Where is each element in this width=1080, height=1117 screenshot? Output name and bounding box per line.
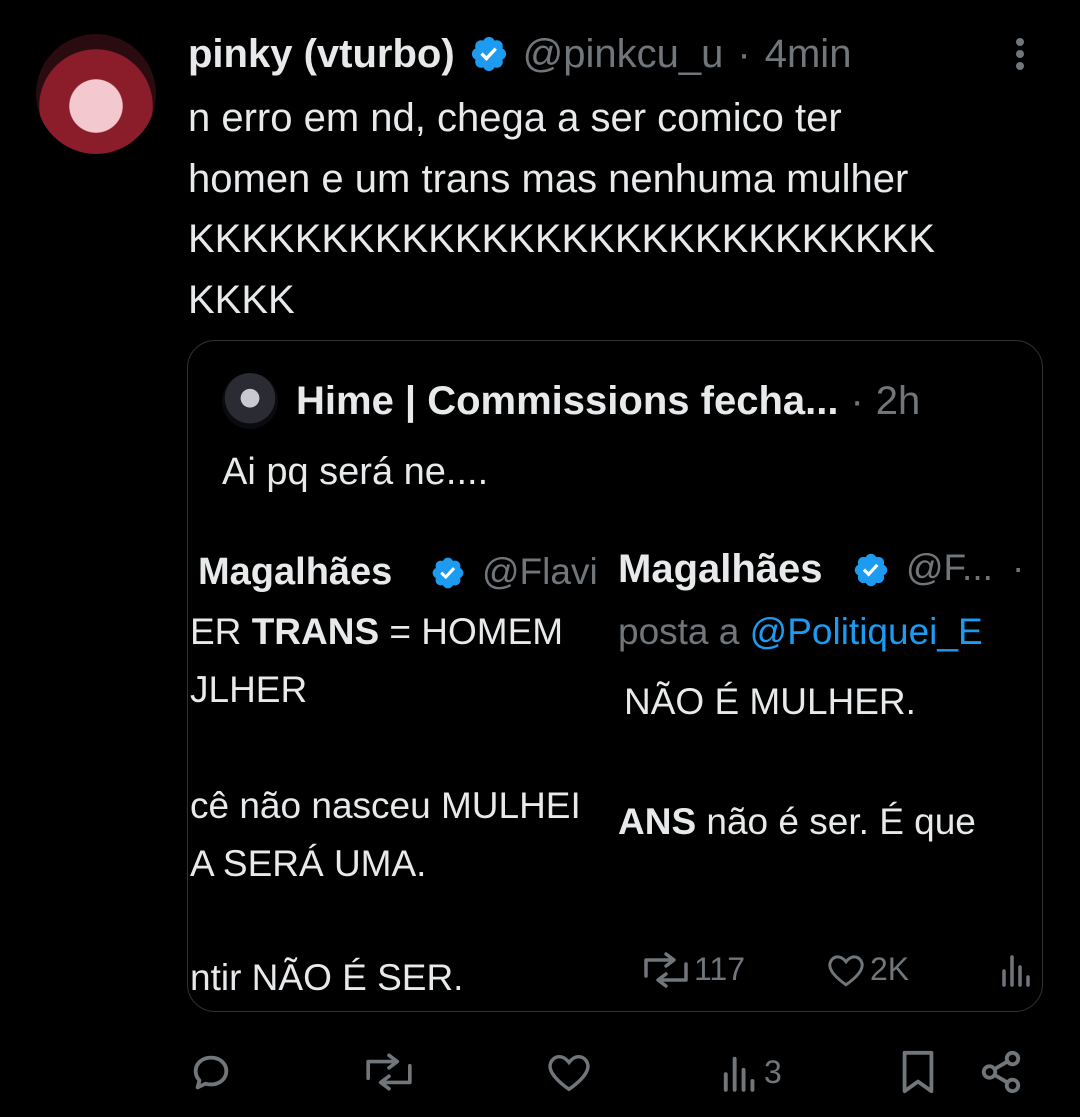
embedded-line: ANS não é ser. É que <box>618 801 976 842</box>
embedded-name: Magalhães <box>198 551 393 593</box>
timestamp[interactable]: 4min <box>765 32 852 77</box>
embedded-views-icon <box>1000 951 1030 987</box>
quoted-timestamp[interactable]: 2h <box>876 379 921 424</box>
views-icon <box>723 1056 755 1092</box>
avatar[interactable] <box>36 34 156 154</box>
embedded-screenshot-right[interactable]: Magalhães @F... · posta a @Politiquei_E … <box>612 531 1042 1011</box>
views-count: 3 <box>764 1053 782 1090</box>
tweet-text: n erro em nd, chega a ser comico ter hom… <box>188 88 1048 330</box>
more-options-icon[interactable] <box>1000 30 1040 78</box>
embedded-handle: @Flavi <box>482 551 598 592</box>
quoted-text: Ai pq será ne.... <box>222 451 489 493</box>
tweet-text-line: n erro em nd, chega a ser comico ter <box>188 96 842 140</box>
tweet-header: pinky (vturbo) @pinkcu_u · 4min <box>188 26 851 82</box>
like-button[interactable] <box>546 1042 592 1102</box>
share-icon <box>981 1050 1021 1094</box>
embedded-retweet: 117 <box>642 951 745 988</box>
separator-dot: · <box>850 378 864 423</box>
embedded-likes: 2K <box>826 951 909 988</box>
embedded-handle: @F... <box>906 547 993 588</box>
verified-badge-icon <box>430 555 466 591</box>
separator-dot: · <box>737 31 751 76</box>
quoted-display-name[interactable]: Hime | Commissions fecha... <box>296 379 838 424</box>
embedded-line: cê não nasceu MULHEI <box>190 785 581 826</box>
verified-badge-icon <box>469 34 509 74</box>
tweet-text-line: KKKKKKKKKKKKKKKKKKKKKKKKKKKK <box>188 217 936 261</box>
retweet-icon <box>644 951 688 988</box>
embedded-line: JLHER <box>190 669 308 710</box>
retweet-icon <box>366 1053 412 1091</box>
embedded-line: NÃO É MULHER. <box>624 681 916 722</box>
reply-icon <box>193 1055 229 1090</box>
display-name[interactable]: pinky (vturbo) <box>188 32 455 77</box>
embedded-line: ntir NÃO É SER. <box>190 957 464 998</box>
embedded-screenshot-left[interactable]: Magalhães @Flavi ER TRANS = HOMEM JLHER … <box>188 531 608 1011</box>
tweet-text-line: homen e um trans mas nenhuma mulher <box>188 156 909 201</box>
separator-dot: · <box>1012 547 1025 588</box>
bookmark-button[interactable] <box>898 1042 938 1102</box>
tweet-text-line: KKKK <box>188 277 295 322</box>
embedded-line: A SERÁ UMA. <box>190 843 427 884</box>
bookmark-icon <box>902 1050 934 1094</box>
embedded-reply-line: posta a @Politiquei_E <box>618 611 983 652</box>
handle[interactable]: @pinkcu_u <box>523 32 724 77</box>
retweet-button[interactable] <box>364 1042 414 1102</box>
quoted-tweet[interactable]: Hime | Commissions fecha... · 2h Ai pq s… <box>187 340 1043 1012</box>
heart-icon <box>828 954 864 986</box>
heart-icon <box>548 1054 590 1092</box>
verified-badge-icon <box>852 551 890 589</box>
quoted-header: Hime | Commissions fecha... · 2h <box>296 371 920 431</box>
embedded-line: ER TRANS = HOMEM <box>190 611 564 652</box>
embedded-name: Magalhães <box>618 547 823 591</box>
reply-button[interactable] <box>188 1042 234 1102</box>
views-button[interactable]: 3 <box>718 1042 782 1102</box>
share-button[interactable] <box>978 1042 1024 1102</box>
quoted-avatar[interactable] <box>222 373 278 429</box>
